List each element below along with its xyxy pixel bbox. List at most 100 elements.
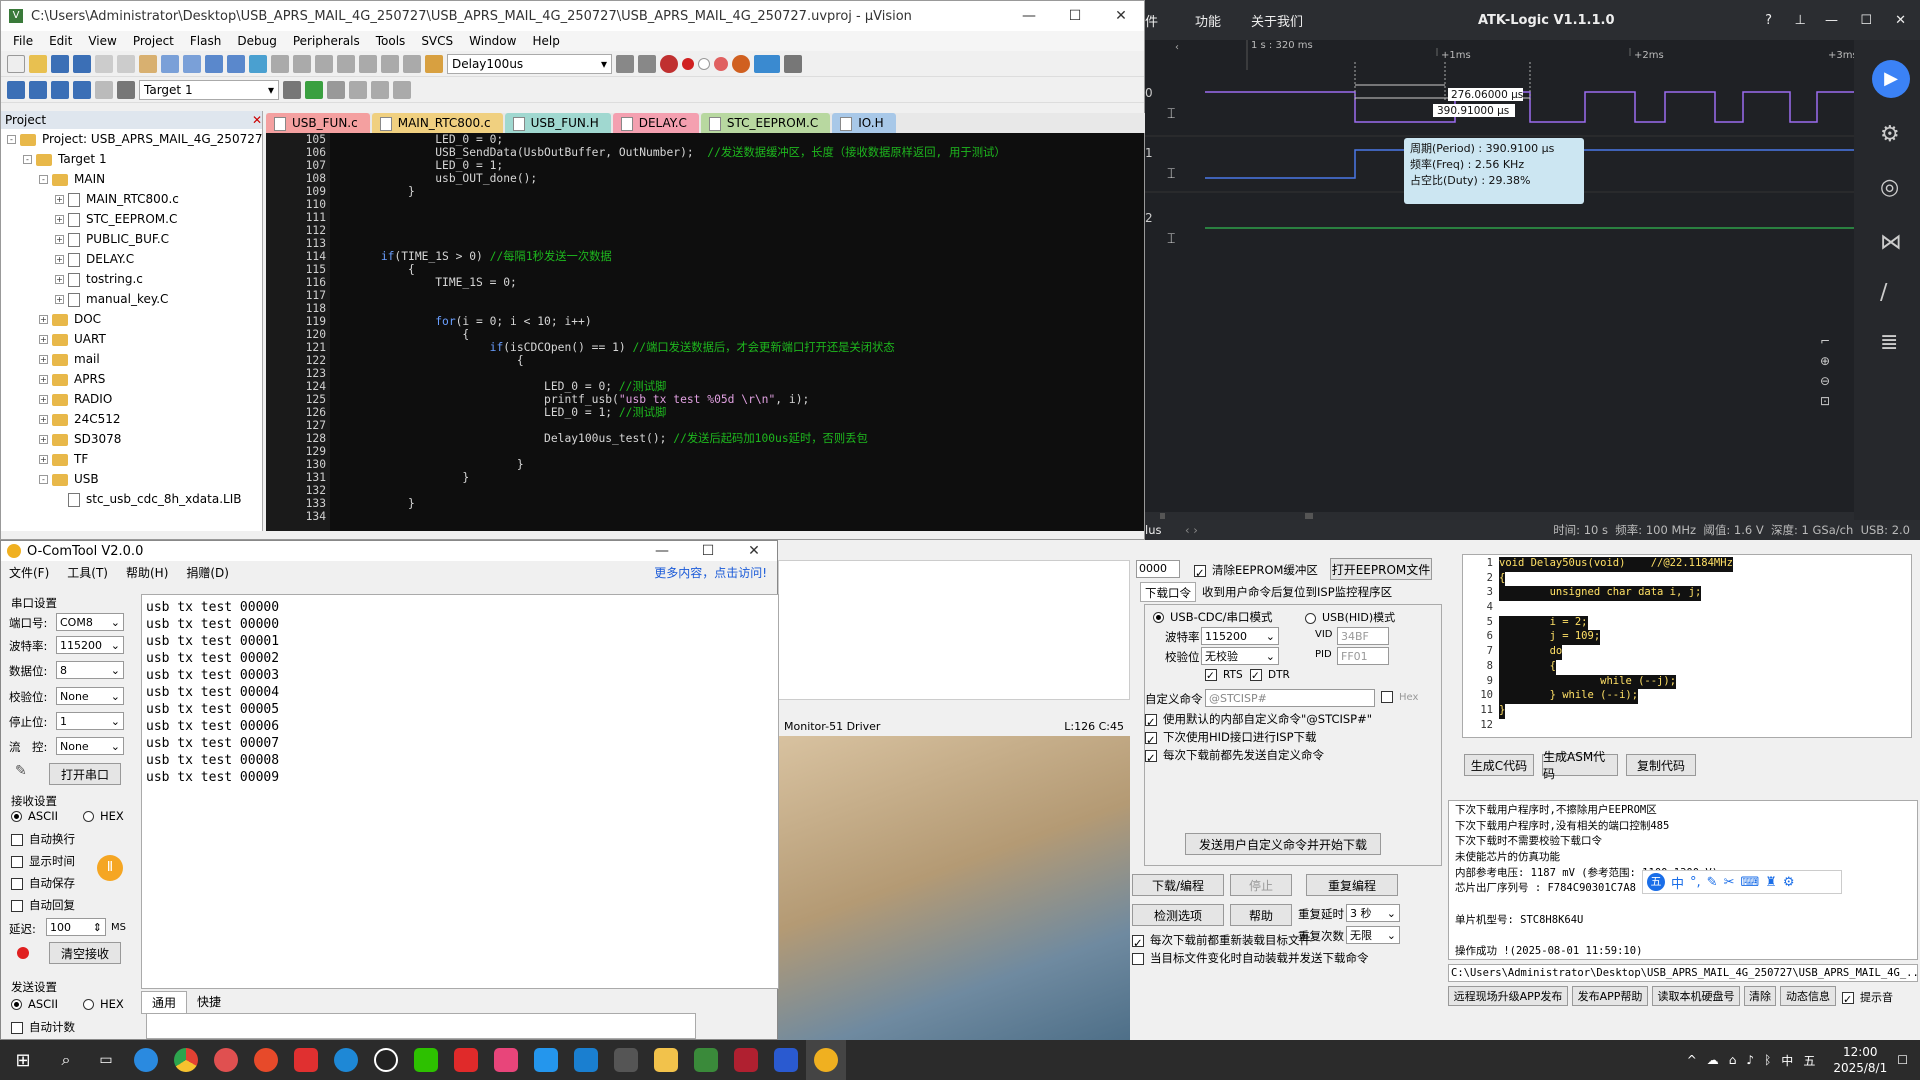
undo-icon[interactable] <box>161 54 179 73</box>
tree-item[interactable]: stc_usb_cdc_8h_xdata.LIB <box>1 489 262 509</box>
task-view-icon[interactable]: ▭ <box>86 1040 126 1080</box>
waveform-area[interactable]: ‹ 1 s : 320 ms +1ms +2ms +3ms 0 1 2 ⌶ ⌶ … <box>1145 40 1855 520</box>
tree-item[interactable]: + tostring.c <box>1 269 262 289</box>
manage-components-icon[interactable] <box>305 80 323 99</box>
tray-bluetooth-icon[interactable]: ᛒ <box>1764 1053 1771 1067</box>
menu-debug[interactable]: Debug <box>229 34 284 48</box>
ime-mode[interactable]: 中 <box>1671 873 1684 892</box>
decoder-icon[interactable]: ⋈ <box>1880 230 1902 255</box>
tree-item[interactable]: +24C512 <box>1 409 262 429</box>
nav-back-icon[interactable] <box>205 54 223 73</box>
menu-flash[interactable]: Flash <box>182 34 229 48</box>
pin-close-icon[interactable]: ✕ <box>252 111 262 129</box>
opt1-checkbox[interactable]: ✓ <box>1145 713 1157 729</box>
tab-reset-isp[interactable]: 收到用户命令后复位到ISP监控程序区 <box>1196 582 1398 602</box>
gen-asm-button[interactable]: 生成ASM代码 <box>1542 750 1618 781</box>
taskbar-app-qq-icon[interactable] <box>366 1040 406 1080</box>
tray-volume-icon[interactable]: ♪ <box>1746 1053 1754 1067</box>
maximize-button[interactable]: ☐ <box>685 541 731 561</box>
parity-select[interactable]: None ⌄ <box>56 687 124 705</box>
hid-mode-radio[interactable] <box>1305 612 1316 624</box>
editor-tab[interactable]: STC_EEPROM.C <box>700 113 831 133</box>
stop-button[interactable]: 停止 <box>1230 874 1292 896</box>
save-icon[interactable] <box>51 54 69 73</box>
tray-lang[interactable]: 中 <box>1781 1052 1793 1069</box>
tree-item[interactable]: + DOC <box>1 309 262 329</box>
spin-icon[interactable]: ⇕ <box>93 921 102 934</box>
minimize-button[interactable]: — <box>1006 1 1052 31</box>
comtool-menu-tools[interactable]: 工具(T) <box>67 564 108 581</box>
opt3-checkbox[interactable]: ✓ <box>1145 749 1157 765</box>
flow-control-select[interactable]: None ⌄ <box>56 737 124 755</box>
taskbar-app-vscode-icon[interactable] <box>566 1040 606 1080</box>
tree-item[interactable]: + UART <box>1 329 262 349</box>
recv-ascii-radio[interactable] <box>11 811 22 822</box>
configure-icon[interactable] <box>784 54 802 73</box>
send-textarea[interactable] <box>146 1013 696 1039</box>
copy-icon[interactable] <box>117 54 135 73</box>
publish-help-button[interactable]: 发布APP帮助 <box>1572 986 1648 1006</box>
clear-recv-button[interactable]: 清空接收 <box>49 942 121 964</box>
breakpoint-disable-icon[interactable] <box>698 57 710 70</box>
dtr-checkbox[interactable]: ✓ <box>1250 669 1262 682</box>
recv-hex-radio[interactable] <box>83 811 94 822</box>
taskbar-app-wechat-icon[interactable] <box>406 1040 446 1080</box>
build-icon[interactable] <box>29 80 47 99</box>
delay-input[interactable]: 100 ⇕ <box>46 918 106 936</box>
minimize-button[interactable]: — <box>639 541 685 561</box>
menu-svcs[interactable]: SVCS <box>413 34 461 48</box>
ime-pen-icon[interactable]: ✎ <box>1707 875 1718 890</box>
beep-checkbox[interactable]: ✓ <box>1842 992 1854 1006</box>
taskbar-app-chrome-icon[interactable] <box>166 1040 206 1080</box>
collapse-icon[interactable]: - <box>39 475 48 484</box>
show-time-checkbox[interactable] <box>11 855 23 868</box>
stop-bits-select[interactable]: 1 ⌄ <box>56 712 124 730</box>
tray-chevron-up-icon[interactable]: ^ <box>1687 1053 1697 1067</box>
start-button[interactable]: ⊞ <box>0 1040 46 1080</box>
target-combo[interactable]: Target 1 ▾ <box>139 79 279 100</box>
expand-icon[interactable]: + <box>39 375 48 384</box>
pause-icon[interactable]: Ⅱ <box>97 855 123 881</box>
find-in-files-icon[interactable] <box>425 54 443 73</box>
isp-parity-select[interactable]: 无校验 ⌄ <box>1201 647 1279 665</box>
clear-log-button[interactable]: 清除 <box>1744 986 1776 1006</box>
expand-icon[interactable]: + <box>39 335 48 344</box>
expand-icon[interactable]: + <box>39 395 48 404</box>
tray-ime-icon[interactable]: 五 <box>1803 1052 1815 1069</box>
collapse-icon[interactable]: - <box>7 135 16 144</box>
atk-nav-arrows-icon[interactable]: ‹ › <box>1185 523 1245 537</box>
rts-checkbox[interactable]: ✓ <box>1205 669 1217 682</box>
tray-cloud-icon[interactable]: ☁ <box>1707 1053 1719 1067</box>
tree-item[interactable]: - USB <box>1 469 262 489</box>
isp-help-button[interactable]: 帮助 <box>1230 904 1292 926</box>
pin-icon[interactable]: ⊥ <box>1795 13 1806 28</box>
nav-forward-icon[interactable] <box>227 54 245 73</box>
cut-icon[interactable] <box>95 54 113 73</box>
tab-general[interactable]: 通用 <box>141 991 188 1014</box>
isp-baud-select[interactable]: 115200 ⌄ <box>1201 627 1279 645</box>
tree-item[interactable]: + PUBLIC_BUF.C <box>1 229 262 249</box>
auto-count-checkbox[interactable] <box>11 1021 23 1034</box>
taskbar-app-logic-icon[interactable] <box>766 1040 806 1080</box>
debug-start-icon[interactable] <box>660 54 678 73</box>
menu-peripherals[interactable]: Peripherals <box>285 34 368 48</box>
tab-quick[interactable]: 快捷 <box>187 991 231 1014</box>
gen-c-button[interactable]: 生成C代码 <box>1464 754 1534 776</box>
pid-input[interactable]: FF01 <box>1337 647 1389 665</box>
dynamic-info-button[interactable]: 动态信息 <box>1780 986 1836 1006</box>
collapse-icon[interactable]: - <box>23 155 32 164</box>
read-disk-id-button[interactable]: 读取本机硬盘号 <box>1652 986 1740 1006</box>
help-icon[interactable]: ? <box>1765 13 1772 28</box>
address-input[interactable]: 0000 <box>1136 560 1180 578</box>
expand-icon[interactable]: + <box>39 435 48 444</box>
auto-wrap-checkbox[interactable] <box>11 833 23 846</box>
expand-icon[interactable]: + <box>55 195 64 204</box>
select-software-icon[interactable] <box>371 80 389 99</box>
taskbar-app-wps-icon[interactable] <box>286 1040 326 1080</box>
code-editor[interactable]: 105 106 107 108 109 110 111 112 113 114 115 116 117 1… <box>266 133 1144 531</box>
ime-keyboard-icon[interactable]: ⌨ <box>1740 875 1759 890</box>
clock[interactable]: 12:00 2025/8/1 <box>1833 1044 1887 1076</box>
taskbar-app-pink-icon[interactable] <box>486 1040 526 1080</box>
auto-save-checkbox[interactable] <box>11 877 23 890</box>
menu-tools[interactable]: Tools <box>368 34 414 48</box>
